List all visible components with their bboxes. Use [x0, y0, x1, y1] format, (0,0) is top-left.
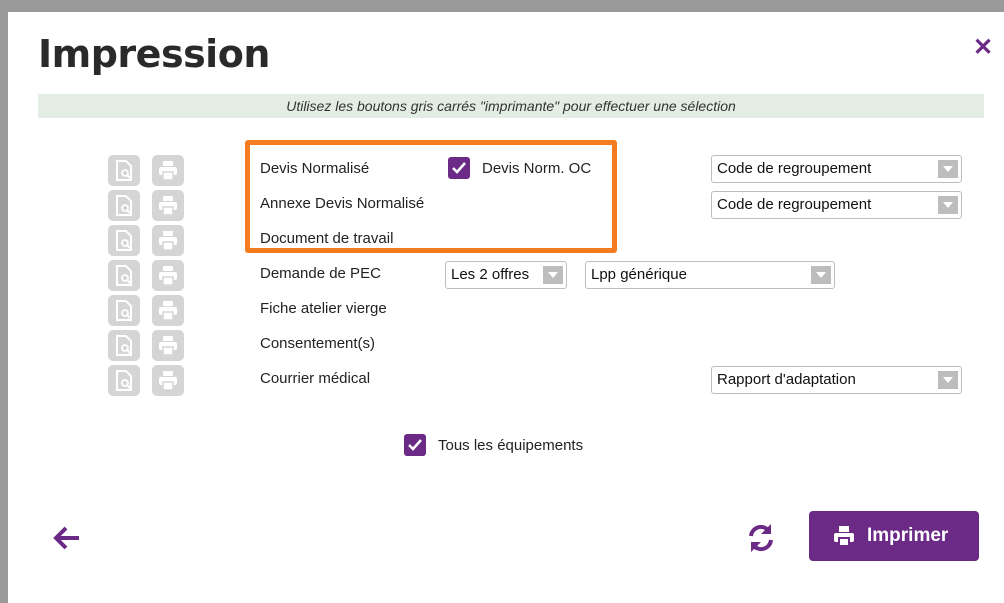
printer-icon: [159, 336, 177, 356]
print-button-demande-pec[interactable]: [152, 260, 184, 291]
all-equipment-label: Tous les équipements: [438, 437, 584, 454]
print-button-courrier-medical[interactable]: [152, 365, 184, 396]
preview-button-courrier-medical[interactable]: [108, 365, 140, 396]
print-button-consentement[interactable]: [152, 330, 184, 361]
row-label-fiche-atelier: Fiche atelier vierge: [260, 300, 387, 317]
document-preview-icon: [116, 265, 132, 286]
courrier-type-value: Rapport d'adaptation: [717, 371, 856, 388]
refresh-button[interactable]: [745, 522, 777, 554]
print-button-annexe[interactable]: [152, 190, 184, 221]
chevron-down-icon: [811, 266, 831, 284]
document-preview-icon: [116, 370, 132, 391]
checkmark-icon: [408, 439, 422, 451]
row-label-consentement: Consentement(s): [260, 335, 376, 352]
instruction-banner: Utilisez les boutons gris carrés "imprim…: [38, 94, 984, 118]
preview-button-document-travail[interactable]: [108, 225, 140, 256]
courrier-type-select[interactable]: Rapport d'adaptation: [711, 366, 962, 394]
chevron-down-icon: [938, 371, 958, 389]
chevron-down-icon: [938, 160, 958, 178]
preview-button-fiche-atelier[interactable]: [108, 295, 140, 326]
document-preview-icon: [116, 300, 132, 321]
printer-icon: [159, 371, 177, 391]
print-button[interactable]: Imprimer: [809, 511, 979, 561]
pec-lpp-value: Lpp générique: [591, 266, 687, 283]
annexe-grouping-select[interactable]: Code de regroupement: [711, 191, 962, 219]
checkmark-icon: [452, 162, 466, 174]
preview-button-annexe[interactable]: [108, 190, 140, 221]
printer-icon: [834, 526, 854, 547]
printer-icon: [159, 301, 177, 321]
devis-grouping-select[interactable]: Code de regroupement: [711, 155, 962, 183]
devis-grouping-value: Code de regroupement: [717, 160, 872, 177]
pec-offers-select[interactable]: Les 2 offres: [445, 261, 567, 289]
print-button-document-travail[interactable]: [152, 225, 184, 256]
printer-icon: [159, 266, 177, 286]
row-label-courrier-medical: Courrier médical: [260, 370, 371, 387]
preview-button-consentement[interactable]: [108, 330, 140, 361]
devis-norm-oc-label: Devis Norm. OC: [482, 160, 592, 177]
preview-button-devis-normalise[interactable]: [108, 155, 140, 186]
highlight-box: [245, 140, 617, 253]
print-button-devis-normalise[interactable]: [152, 155, 184, 186]
document-preview-icon: [116, 160, 132, 181]
row-label-demande-pec: Demande de PEC: [260, 265, 381, 282]
print-button-label: Imprimer: [867, 525, 949, 546]
dialog-title: Impression: [38, 32, 270, 76]
document-preview-icon: [116, 195, 132, 216]
preview-button-demande-pec[interactable]: [108, 260, 140, 291]
chevron-down-icon: [543, 266, 563, 284]
devis-norm-oc-checkbox[interactable]: [448, 157, 470, 179]
document-preview-icon: [116, 335, 132, 356]
close-icon[interactable]: ✕: [971, 36, 995, 60]
annexe-grouping-value: Code de regroupement: [717, 196, 872, 213]
printer-icon: [159, 231, 177, 251]
printer-icon: [159, 196, 177, 216]
refresh-icon: [749, 524, 773, 552]
pec-offers-value: Les 2 offres: [451, 266, 530, 283]
pec-lpp-select[interactable]: Lpp générique: [585, 261, 835, 289]
all-equipment-checkbox[interactable]: [404, 434, 426, 456]
chevron-down-icon: [938, 196, 958, 214]
print-button-fiche-atelier[interactable]: [152, 295, 184, 326]
back-button[interactable]: [52, 524, 82, 552]
arrow-left-icon: [53, 526, 79, 550]
printer-icon: [159, 161, 177, 181]
document-preview-icon: [116, 230, 132, 251]
print-dialog: Impression ✕ Utilisez les boutons gris c…: [8, 12, 1004, 603]
